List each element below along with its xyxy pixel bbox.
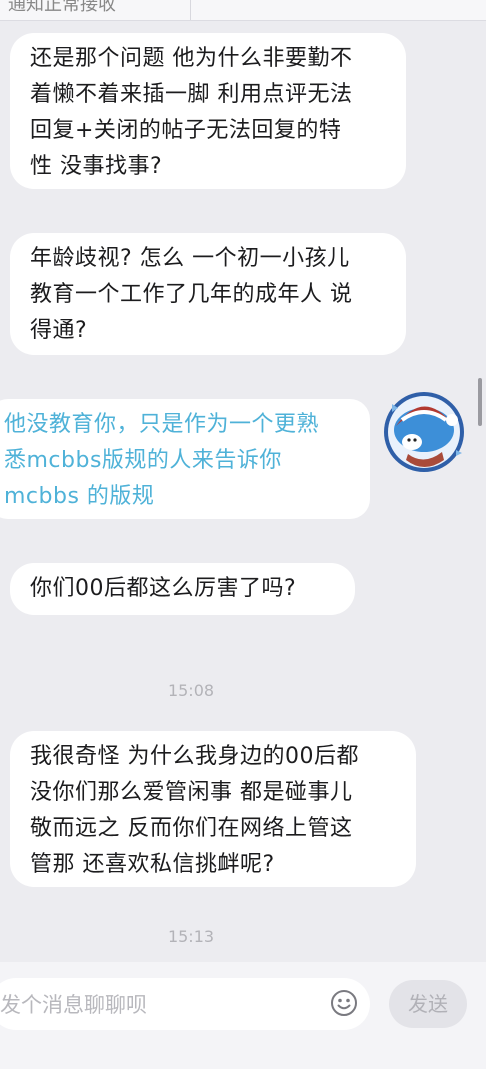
message-input[interactable]: 发个消息聊聊呗 — [0, 978, 370, 1030]
message-line: 得通? — [30, 318, 88, 343]
timestamp: 15:08 — [167, 681, 215, 700]
send-button[interactable]: 发送 — [389, 980, 467, 1028]
message-line: 敬而远之 反而你们在网络上管这 — [30, 816, 353, 841]
topbar-divider — [190, 0, 191, 20]
message-line: 还是那个问题 他为什么非要勤不 — [30, 46, 353, 71]
message-line: 性 没事找事? — [30, 154, 163, 179]
message-bubble[interactable]: 我很奇怪 为什么我身边的00后都 没你们那么爱管闲事 都是碰事儿 敬而远之 反而… — [10, 731, 416, 887]
notification-status-text: 通知正常接收 — [8, 0, 116, 15]
message-line: 管那 还喜欢私信挑衅呢? — [30, 852, 275, 877]
message-line: mcbbs 的版规 — [4, 484, 155, 509]
timestamp: 15:13 — [167, 927, 215, 946]
scrollbar-thumb[interactable] — [478, 378, 482, 426]
message-composer: 发个消息聊聊呗 发送 — [0, 962, 486, 1069]
message-line: 我很奇怪 为什么我身边的00后都 — [30, 744, 359, 769]
message-line: 没你们那么爱管闲事 都是碰事儿 — [30, 780, 353, 805]
message-line: 教育一个工作了几年的成年人 说 — [30, 282, 353, 307]
top-notice-bar: 通知正常接收 — [0, 0, 486, 21]
message-line: 回复+关闭的帖子无法回复的特 — [30, 118, 342, 143]
message-bubble[interactable]: 你们00后都这么厉害了吗? — [10, 563, 355, 615]
message-bubble[interactable]: 还是那个问题 他为什么非要勤不 着懒不着来插一脚 利用点评无法 回复+关闭的帖子… — [10, 33, 406, 189]
user-avatar[interactable] — [382, 390, 466, 474]
message-line: 年龄歧视? 怎么 一个初一小孩儿 — [30, 246, 350, 271]
message-line: 你们00后都这么厉害了吗? — [30, 576, 297, 601]
own-message-bubble[interactable]: 他没教育你，只是作为一个更熟 悉mcbbs版规的人来告诉你 mcbbs 的版规 — [0, 399, 370, 519]
message-line: 悉mcbbs版规的人来告诉你 — [4, 448, 282, 473]
message-input-placeholder: 发个消息聊聊呗 — [0, 993, 147, 1017]
message-line: 他没教育你，只是作为一个更熟 — [4, 412, 320, 437]
smiley-icon[interactable] — [330, 989, 358, 1017]
message-bubble[interactable]: 年龄歧视? 怎么 一个初一小孩儿 教育一个工作了几年的成年人 说 得通? — [10, 233, 406, 355]
message-line: 着懒不着来插一脚 利用点评无法 — [30, 82, 353, 107]
